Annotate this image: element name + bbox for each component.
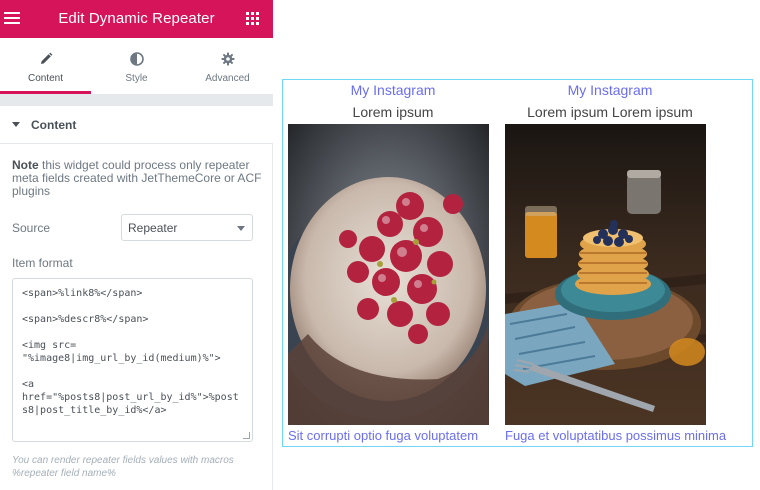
- tab-content-label: Content: [27, 73, 64, 84]
- tab-style-label: Style: [125, 73, 148, 84]
- gear-icon: [221, 52, 234, 66]
- tab-advanced[interactable]: Advanced: [182, 38, 273, 94]
- source-select[interactable]: Repeater: [121, 214, 253, 241]
- instagram-link[interactable]: My Instagram: [288, 82, 498, 98]
- item-description: Lorem ipsum: [352, 104, 434, 120]
- blueberry-pancakes-photo: [505, 124, 706, 425]
- caret-down-icon: [12, 122, 20, 127]
- pencil-icon: [40, 52, 52, 64]
- section-title: Content: [31, 118, 77, 132]
- item-format-value: <span>%link8%</span> <span>%descr8%</spa…: [22, 288, 239, 416]
- panel-title: Edit Dynamic Repeater: [58, 10, 215, 27]
- editor-screen: Edit Dynamic Repeater Content Style Adva…: [0, 0, 760, 490]
- widget-note: Note this widget could process only repe…: [12, 159, 262, 198]
- note-bold: Note: [12, 158, 39, 172]
- tab-advanced-label: Advanced: [205, 73, 250, 84]
- post-title-link[interactable]: Fuga et voluptatibus possimus minima: [505, 428, 726, 443]
- raspberry-cake-photo: [288, 124, 489, 425]
- resize-handle-icon[interactable]: [243, 432, 250, 439]
- tab-style[interactable]: Style: [91, 38, 182, 94]
- tab-content[interactable]: Content: [0, 38, 91, 94]
- chevron-down-icon: [237, 226, 245, 231]
- instagram-link[interactable]: My Instagram: [505, 82, 715, 98]
- panel-tabs: Content Style Advanced: [0, 38, 273, 94]
- half-circle-icon: [129, 52, 144, 66]
- post-title-link[interactable]: Sit corrupti optio fuga voluptatem: [288, 428, 478, 443]
- source-label: Source: [12, 221, 51, 235]
- repeater-preview: My Instagram Lorem ipsum Sit corrupti op…: [282, 79, 753, 447]
- item-description: Lorem ipsum Lorem ipsum: [527, 104, 693, 120]
- grid-apps-icon[interactable]: [246, 12, 259, 25]
- item-format-textarea[interactable]: <span>%link8%</span> <span>%descr8%</spa…: [12, 278, 253, 442]
- item-format-label: Item format: [12, 256, 73, 270]
- content-section-toggle[interactable]: Content: [0, 106, 273, 144]
- panel-divider: [0, 94, 273, 106]
- note-text: this widget could process only repeater …: [12, 158, 262, 198]
- macros-hint: You can render repeater fields values wi…: [12, 455, 234, 479]
- editor-panel: Edit Dynamic Repeater Content Style Adva…: [0, 0, 273, 490]
- source-value: Repeater: [128, 221, 178, 235]
- panel-header: Edit Dynamic Repeater: [0, 0, 273, 38]
